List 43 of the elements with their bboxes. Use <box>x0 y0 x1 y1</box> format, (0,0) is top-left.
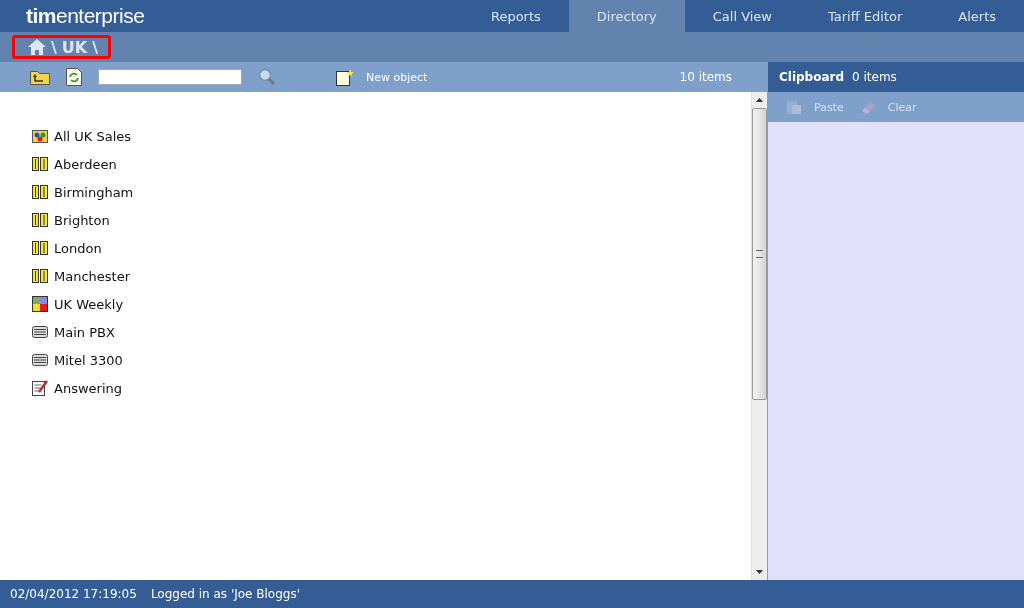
scroll-down-arrow-icon[interactable] <box>756 570 763 574</box>
server-icon <box>32 325 48 339</box>
directory-item[interactable]: Brighton <box>32 206 751 234</box>
search-icon[interactable] <box>258 68 276 86</box>
directory-item[interactable]: All UK Sales <box>32 122 751 150</box>
logo: timenterprise <box>26 4 145 28</box>
building-icon <box>32 213 48 227</box>
directory-item[interactable]: Main PBX <box>32 318 751 346</box>
new-document-icon <box>336 68 354 86</box>
server-icon <box>32 353 48 367</box>
nav-tab[interactable]: Tariff Editor <box>800 0 931 32</box>
home-icon[interactable] <box>28 39 46 55</box>
directory-item[interactable]: UK Weekly <box>32 290 751 318</box>
eraser-icon <box>857 99 876 115</box>
status-user: Logged in as 'Joe Bloggs' <box>150 587 300 601</box>
directory-item[interactable]: London <box>32 234 751 262</box>
status-datetime: 02/04/2012 17:19:05 <box>10 587 137 601</box>
directory-item[interactable]: Mitel 3300 <box>32 346 751 374</box>
search-field[interactable] <box>98 69 242 85</box>
scrollbar[interactable] <box>751 92 767 580</box>
directory-item[interactable]: Manchester <box>32 262 751 290</box>
refresh-icon[interactable] <box>66 68 82 86</box>
clipboard-title: Clipboard <box>779 70 845 84</box>
item-count: 10 items <box>679 70 732 84</box>
building-icon <box>32 269 48 283</box>
edit-document-icon <box>32 380 48 396</box>
breadcrumb-separator: \ <box>51 37 57 57</box>
nav-tab[interactable]: Reports <box>462 0 569 32</box>
nav-tab[interactable]: Alerts <box>930 0 1024 32</box>
group-icon <box>32 129 48 143</box>
scroll-up-arrow-icon[interactable] <box>756 98 763 102</box>
building-icon <box>32 185 48 199</box>
clipboard-count: 0 items <box>852 70 897 84</box>
report-icon <box>32 296 48 312</box>
folder-up-icon[interactable] <box>30 69 50 85</box>
directory-item[interactable]: Answering <box>32 374 751 402</box>
building-icon <box>32 157 48 171</box>
clipboard-icon <box>786 99 802 115</box>
directory-item[interactable]: Birmingham <box>32 178 751 206</box>
nav-tab[interactable]: Call View <box>684 0 800 32</box>
building-icon <box>32 241 48 255</box>
breadcrumb-separator: \ <box>92 37 99 57</box>
directory-item[interactable]: Aberdeen <box>32 150 751 178</box>
